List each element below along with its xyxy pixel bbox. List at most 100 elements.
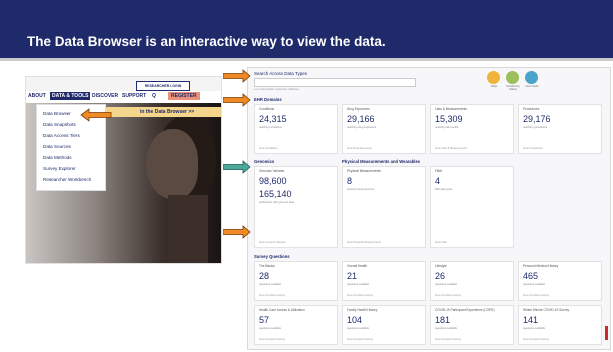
- menu-item-data-snapshots[interactable]: Data Snapshots: [43, 122, 76, 127]
- card-title: Health Care Access & Utilization: [259, 308, 305, 312]
- data-browser-banner[interactable]: in the Data Browser >>: [106, 107, 221, 117]
- menu-item-survey-explorer[interactable]: Survey Explorer: [43, 166, 76, 171]
- menu-item-data-methods[interactable]: Data Methods: [43, 155, 72, 160]
- survey-card[interactable]: Winter Minute COVID-19 Survey 141 questi…: [518, 305, 602, 345]
- ehr-card-drugs[interactable]: Drug Exposures 29,166 matching drug expo…: [342, 104, 426, 154]
- survey-section-title: Survey Questions: [254, 254, 290, 259]
- card-link[interactable]: View Complete Survey: [259, 294, 285, 297]
- card-link[interactable]: View Complete Survey: [259, 338, 285, 341]
- videos-icon[interactable]: [506, 71, 519, 84]
- user-guide-icon[interactable]: [525, 71, 538, 84]
- arrow-survey: [223, 225, 251, 239]
- hero-neck: [168, 195, 208, 263]
- menu-item-data-sources[interactable]: Data Sources: [43, 144, 71, 149]
- website-screenshot: RESEARCHER LOGIN ABOUT DATA & TOOLS DISC…: [25, 76, 222, 264]
- card-value: 104: [347, 315, 363, 325]
- card-link[interactable]: View Complete Survey: [523, 338, 549, 341]
- survey-card[interactable]: The Basics 28 questions available View C…: [254, 261, 338, 301]
- search-label: Search Across Data Types: [254, 71, 307, 76]
- card-value: 15,309: [435, 114, 463, 124]
- card-sub: questions available: [347, 327, 370, 330]
- card-title: Physical Measurements: [347, 169, 381, 173]
- menu-item-researcher-workbench[interactable]: Researcher Workbench: [43, 177, 91, 182]
- card-link[interactable]: View Complete Survey: [435, 294, 461, 297]
- card-sub: questions available: [347, 283, 370, 286]
- card-value: 181: [435, 315, 451, 325]
- faq-label: FAQs: [490, 85, 498, 88]
- card-title: Conditions: [259, 107, 275, 111]
- card-sub: questions available: [523, 283, 546, 286]
- card-link[interactable]: View Physical Measurements: [347, 241, 381, 244]
- card-link[interactable]: View Complete Survey: [523, 294, 549, 297]
- nav-data-tools[interactable]: DATA & TOOLS: [50, 92, 91, 100]
- card-link[interactable]: View Procedures: [523, 147, 543, 150]
- nav-register[interactable]: REGISTER: [168, 92, 200, 100]
- card-title: Labs & Measurements: [435, 107, 467, 111]
- nav-about[interactable]: ABOUT: [28, 93, 46, 99]
- arrow-data-browser: [80, 108, 112, 122]
- survey-card[interactable]: COVID-19 Participant Experience (COPE) 1…: [430, 305, 514, 345]
- card-title: Family Health History: [347, 308, 378, 312]
- slide-title: The Data Browser is an interactive way t…: [27, 34, 386, 49]
- card-sub: matching procedures: [523, 126, 548, 129]
- hero-face: [146, 129, 198, 199]
- arrow-search: [223, 69, 251, 83]
- search-input[interactable]: [254, 78, 416, 87]
- survey-card[interactable]: Family Health History 104 questions avai…: [342, 305, 426, 345]
- card-title: Drug Exposures: [347, 107, 370, 111]
- card-value-2: 165,140: [259, 189, 292, 199]
- card-title: Genomic Variants: [259, 169, 285, 173]
- data-browser-app: Search Across Data Types e.g. heart atta…: [247, 67, 611, 350]
- card-title: Fitbit: [435, 169, 442, 173]
- card-value: 26: [435, 271, 446, 281]
- card-value: 29,176: [523, 114, 551, 124]
- card-value: 21: [347, 271, 358, 281]
- card-link[interactable]: View Complete Survey: [347, 338, 373, 341]
- card-link[interactable]: View Complete Survey: [435, 338, 461, 341]
- nav-search-icon[interactable]: Q: [152, 93, 156, 99]
- card-link[interactable]: View Fitbit: [435, 241, 447, 244]
- survey-card[interactable]: Overall Health 21 questions available Vi…: [342, 261, 426, 301]
- card-link[interactable]: View Complete Survey: [347, 294, 373, 297]
- ehr-card-procedures[interactable]: Procedures 29,176 matching procedures Vi…: [518, 104, 602, 154]
- card-sub: physical measurements: [347, 188, 375, 191]
- card-title: Personal Medical History: [523, 264, 559, 268]
- card-sub: matching drug exposures: [347, 126, 377, 129]
- card-sub: questions available: [523, 327, 546, 330]
- card-value: 28: [259, 271, 270, 281]
- menu-item-data-access-tiers[interactable]: Data Access Tiers: [43, 133, 80, 138]
- genomics-card[interactable]: Genomic Variants 98,600 165,140 particip…: [254, 166, 338, 248]
- search-hint: e.g. heart attack, leukemia, diabetes: [254, 87, 299, 91]
- arrow-ehr: [223, 93, 251, 107]
- videos-label: Introductory Videos: [506, 85, 520, 91]
- menu-item-data-browser[interactable]: Data Browser: [43, 111, 71, 116]
- title-bar: The Data Browser is an interactive way t…: [0, 0, 613, 58]
- card-title: Winter Minute COVID-19 Survey: [523, 308, 570, 312]
- slide-corner-mark: [605, 326, 608, 340]
- pm-card[interactable]: Physical Measurements 8 physical measure…: [342, 166, 426, 248]
- card-value: 8: [347, 176, 353, 186]
- card-sub: matching lab results: [435, 126, 459, 129]
- card-value: 57: [259, 315, 270, 325]
- nav-support[interactable]: SUPPORT: [122, 93, 146, 99]
- nav-discover[interactable]: DISCOVER: [92, 93, 118, 99]
- card-value: 29,166: [347, 114, 375, 124]
- card-value: 4: [435, 176, 441, 186]
- card-link[interactable]: View Drug Exposures: [347, 147, 372, 150]
- card-value: 98,600: [259, 176, 287, 186]
- survey-card[interactable]: Lifestyle 26 questions available View Co…: [430, 261, 514, 301]
- researcher-login-button[interactable]: RESEARCHER LOGIN: [136, 81, 190, 91]
- ehr-card-conditions[interactable]: Conditions 24,315 matching conditions Vi…: [254, 104, 338, 154]
- fitbit-card[interactable]: Fitbit 4 fitbit data types View Fitbit: [430, 166, 514, 248]
- ehr-card-labs[interactable]: Labs & Measurements 15,309 matching lab …: [430, 104, 514, 154]
- survey-card[interactable]: Personal Medical History 465 questions a…: [518, 261, 602, 301]
- card-value: 141: [523, 315, 539, 325]
- card-title: The Basics: [259, 264, 275, 268]
- card-link[interactable]: View Conditions: [259, 147, 278, 150]
- title-divider: [0, 58, 613, 61]
- faq-icon[interactable]: [487, 71, 500, 84]
- ehr-section-title: EHR Domains: [254, 97, 282, 102]
- card-link[interactable]: View Labs & Measurements: [435, 147, 467, 150]
- card-link[interactable]: View Genomic Variants: [259, 241, 286, 244]
- survey-card[interactable]: Health Care Access & Utilization 57 ques…: [254, 305, 338, 345]
